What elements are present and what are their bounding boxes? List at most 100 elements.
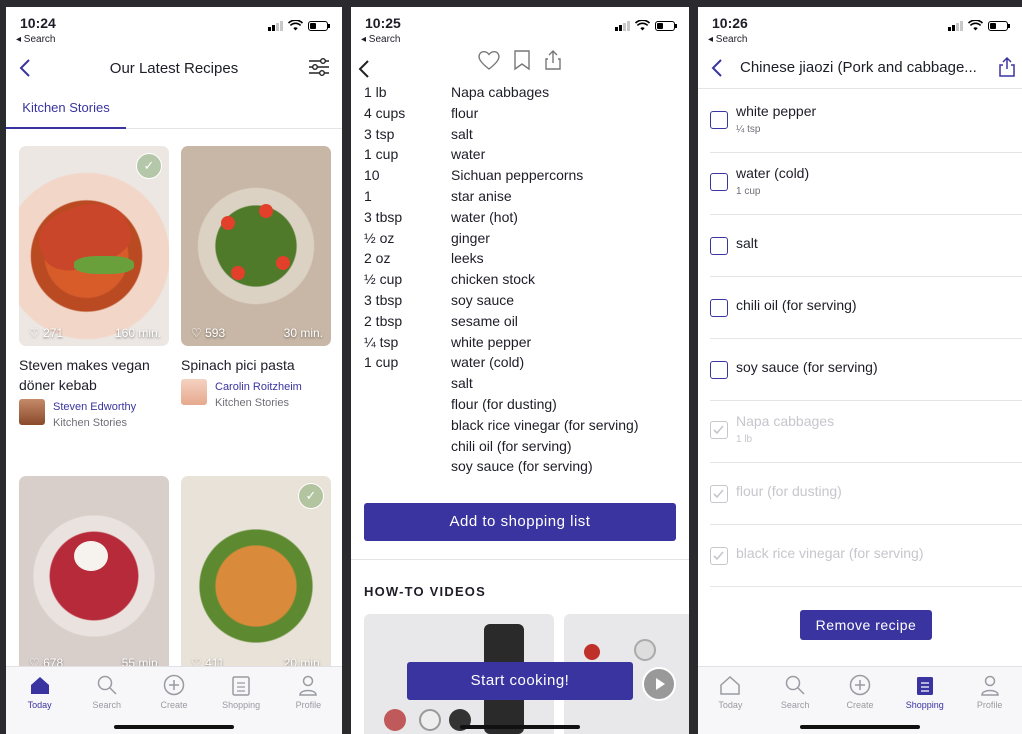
checkbox-checked[interactable] <box>710 485 728 503</box>
tab-today[interactable]: Today <box>10 672 70 710</box>
back-to-search-link[interactable]: ◂ Search <box>361 34 400 45</box>
avatar <box>181 379 207 405</box>
author-name[interactable]: Steven Edworthy <box>53 399 136 415</box>
ingredient-name: black rice vinegar (for serving) <box>451 416 639 433</box>
checkbox[interactable] <box>710 237 728 255</box>
ingredient-row: ½ oz ginger <box>364 228 684 249</box>
ingredient-quantity <box>364 456 451 477</box>
tab-label: Shopping <box>905 700 944 710</box>
ingredient-quantity: 1 cup <box>364 146 399 163</box>
share-icon[interactable] <box>998 56 1016 78</box>
checklist-item[interactable]: soy sauce (for serving) <box>710 339 1022 401</box>
ingredient-name: water (cold) <box>451 354 525 371</box>
tab-create[interactable]: Create <box>144 672 204 710</box>
author-info[interactable]: Steven Edworthy Kitchen Stories <box>19 399 169 431</box>
tab-search[interactable]: Search <box>765 672 825 710</box>
checklist-item[interactable]: Napa cabbages 1 lb <box>710 401 1022 463</box>
wifi-icon <box>968 20 983 31</box>
tab-today[interactable]: Today <box>700 672 760 710</box>
ingredient-quantity: 1 lb <box>364 84 387 100</box>
item-name: water (cold) <box>736 165 810 181</box>
checkbox[interactable] <box>710 111 728 129</box>
status-time: 10:24 <box>20 15 56 31</box>
tab-label: Shopping <box>222 700 261 710</box>
recipe-card[interactable]: ✓ ♡ 271 160 min. Steven makes vegan döner… <box>19 146 169 431</box>
home-indicator <box>460 725 580 729</box>
ingredient-row: ¼ tsp white pepper <box>364 332 684 353</box>
recipe-card[interactable]: ♡ 593 30 min. Spinach pici pasta Carolin … <box>181 146 331 411</box>
section-heading: HOW-TO VIDEOS <box>364 584 486 599</box>
tab-kitchen-stories[interactable]: Kitchen Stories <box>6 89 126 129</box>
recipe-photo[interactable]: ✓ ♡ 271 160 min. <box>19 146 169 346</box>
ingredient-quantity: 3 tbsp <box>364 291 403 308</box>
back-to-search-link[interactable]: ◂ Search <box>708 34 747 45</box>
add-to-shopping-list-button[interactable]: Add to shopping list <box>364 503 676 541</box>
ingredient-row: 2 oz leeks <box>364 248 684 269</box>
nav-bar: Chinese jiaozi (Pork and cabbage... <box>698 47 1022 89</box>
status-bar: 10:26 ◂ Search <box>698 7 1022 47</box>
status-bar: 10:24 ◂ Search <box>6 7 342 47</box>
ingredient-name: flour (for dusting) <box>451 395 557 412</box>
back-to-search-link[interactable]: ◂ Search <box>16 34 55 45</box>
likes-count: ♡ 593 <box>191 326 226 340</box>
checklist-item[interactable]: salt <box>710 215 1022 277</box>
tab-profile[interactable]: Profile <box>278 672 338 710</box>
start-cooking-button[interactable]: Start cooking! <box>407 662 633 700</box>
recipe-card[interactable]: ♡ 678 55 min. <box>19 476 169 676</box>
checklist-item[interactable]: black rice vinegar (for serving) <box>710 525 1022 587</box>
author-info[interactable]: Carolin Roitzheim Kitchen Stories <box>181 379 331 411</box>
ingredient-quantity: 1 <box>364 187 372 204</box>
tab-label: Profile <box>295 700 322 710</box>
checklist-item[interactable]: chili oil (for serving) <box>710 277 1022 339</box>
search-icon <box>785 675 805 695</box>
tab-label: Create <box>846 700 874 710</box>
ingredient-quantity <box>364 394 451 415</box>
back-chevron-icon[interactable] <box>16 56 36 80</box>
ingredient-name: Napa cabbages <box>451 84 550 100</box>
checkbox[interactable] <box>710 361 728 379</box>
recipe-photo[interactable]: ♡ 593 30 min. <box>181 146 331 346</box>
checklist-item[interactable]: water (cold) 1 cup <box>710 153 1022 215</box>
ingredient-name: salt <box>451 125 473 142</box>
tab-search[interactable]: Search <box>77 672 137 710</box>
checkbox[interactable] <box>710 173 728 191</box>
tab-create[interactable]: Create <box>830 672 890 710</box>
page-title: Our Latest Recipes <box>109 59 239 77</box>
ingredient-quantity <box>364 373 451 394</box>
bottom-tab-bar: Today Search Create Shopping Profile <box>698 666 1022 734</box>
recipe-title[interactable]: Steven makes vegan döner kebab <box>19 355 169 395</box>
recipe-photo[interactable]: ✓ ♡ 411 20 min. <box>181 476 331 676</box>
back-chevron-icon[interactable] <box>708 56 728 80</box>
recipe-title[interactable]: Spinach pici pasta <box>181 355 331 375</box>
tab-shopping[interactable]: Shopping <box>895 672 955 710</box>
heart-icon[interactable] <box>477 49 501 71</box>
filter-sliders-icon[interactable] <box>308 57 330 77</box>
checklist-item[interactable]: flour (for dusting) <box>710 463 1022 525</box>
remove-recipe-button[interactable]: Remove recipe <box>800 610 932 640</box>
back-chevron-icon[interactable] <box>355 57 375 81</box>
author-name[interactable]: Carolin Roitzheim <box>215 379 302 395</box>
share-icon[interactable] <box>543 49 563 71</box>
section-divider <box>351 559 689 560</box>
publisher-name: Kitchen Stories <box>53 417 127 429</box>
checkbox[interactable] <box>710 299 728 317</box>
bookmark-icon[interactable] <box>513 49 531 71</box>
item-name: soy sauce (for serving) <box>736 359 878 375</box>
checkmark-icon <box>713 489 724 499</box>
vegan-leaf-icon: ✓ <box>298 483 324 509</box>
recipe-card[interactable]: ✓ ♡ 411 20 min. <box>181 476 331 676</box>
checklist-item[interactable]: white pepper ¼ tsp <box>710 91 1022 153</box>
tab-shopping[interactable]: Shopping <box>211 672 271 710</box>
tab-profile[interactable]: Profile <box>960 672 1020 710</box>
ingredient-row: black rice vinegar (for serving) <box>364 415 684 436</box>
checkbox-checked[interactable] <box>710 421 728 439</box>
publisher-name: Kitchen Stories <box>215 397 289 409</box>
ingredient-name: sesame oil <box>451 312 518 329</box>
recipe-photo[interactable]: ♡ 678 55 min. <box>19 476 169 676</box>
checkbox-checked[interactable] <box>710 547 728 565</box>
ingredient-quantity: 2 tbsp <box>364 312 403 329</box>
ingredient-name: leeks <box>451 250 484 267</box>
ingredient-row: 3 tbsp soy sauce <box>364 290 684 311</box>
ingredient-quantity: 4 cups <box>364 104 406 121</box>
play-video-icon[interactable] <box>642 667 676 701</box>
